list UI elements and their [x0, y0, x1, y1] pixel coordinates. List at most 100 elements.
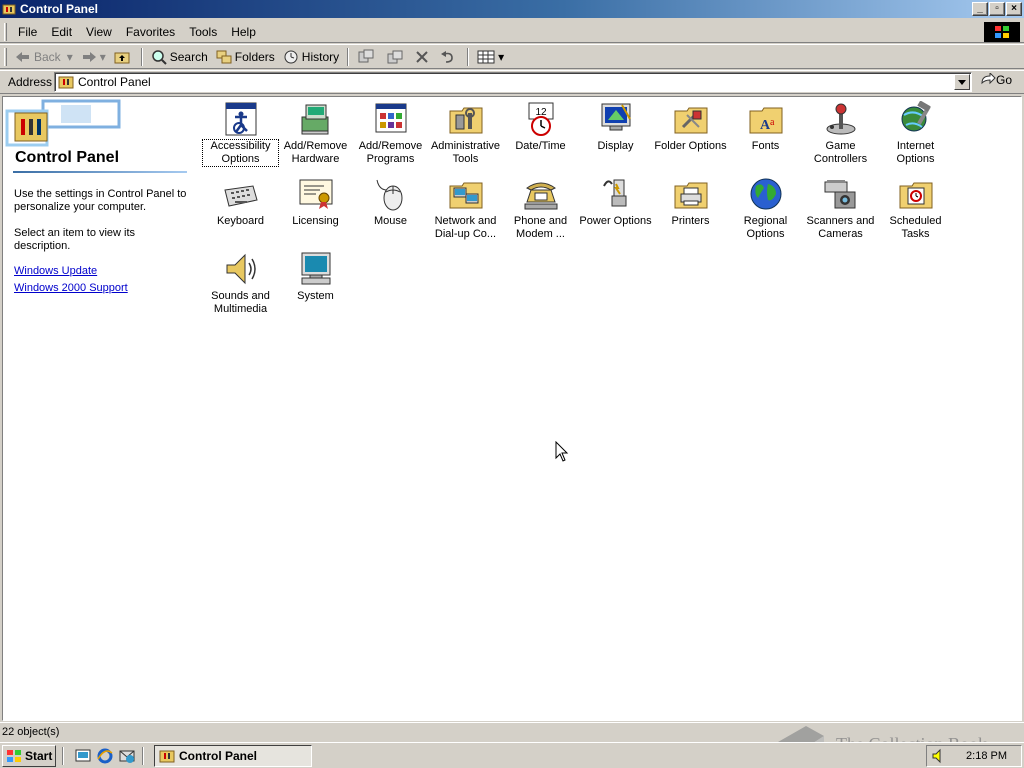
go-arrow-icon: [981, 73, 996, 85]
windows-update-link[interactable]: Windows Update: [14, 265, 97, 277]
show-desktop-icon[interactable]: [74, 747, 92, 765]
item-label: Internet Options: [896, 140, 935, 165]
delete-icon: [416, 50, 428, 63]
control-panel-item[interactable]: Phone and Modem ...: [503, 176, 578, 241]
control-panel-icon: [2, 4, 16, 15]
menu-edit[interactable]: Edit: [44, 23, 79, 41]
item-label: Add/Remove Hardware: [283, 140, 348, 165]
minimize-button[interactable]: _: [972, 2, 988, 16]
control-panel-item[interactable]: Mouse: [353, 176, 428, 228]
search-button[interactable]: Search: [147, 46, 212, 68]
control-panel-item[interactable]: Keyboard: [203, 176, 278, 228]
control-panel-item[interactable]: Power Options: [578, 176, 653, 228]
control-panel-item[interactable]: Sounds and Multimedia: [203, 251, 278, 316]
address-bar: Address Control Panel Go: [0, 70, 1024, 94]
back-arrow-icon: [16, 51, 29, 62]
menu-view[interactable]: View: [79, 23, 119, 41]
item-label: System: [297, 290, 334, 302]
web-view-pane: Control Panel Use the settings in Contro…: [3, 97, 193, 720]
undo-button[interactable]: [436, 46, 463, 68]
clock[interactable]: 2:18 PM: [966, 750, 1007, 762]
windows-logo-icon: [7, 749, 21, 762]
control-panel-item[interactable]: Game Controllers: [803, 101, 878, 166]
joystick-icon: [826, 103, 855, 135]
item-label: Phone and Modem ...: [513, 215, 568, 240]
control-panel-item[interactable]: Scheduled Tasks: [878, 176, 953, 241]
control-panel-item[interactable]: Add/Remove Hardware: [278, 101, 353, 166]
control-panel-item[interactable]: Scanners and Cameras: [803, 176, 878, 241]
address-input[interactable]: Control Panel: [54, 72, 972, 92]
start-button[interactable]: Start: [2, 744, 56, 767]
menu-favorites[interactable]: Favorites: [119, 23, 182, 41]
menu-help[interactable]: Help: [224, 23, 263, 41]
globe-icon: [750, 178, 781, 210]
outlook-express-icon[interactable]: [118, 747, 136, 765]
control-panel-item[interactable]: Regional Options: [728, 176, 803, 241]
svg-text:a: a: [770, 117, 775, 128]
scanner-icon: [824, 180, 855, 209]
certificate-icon: [299, 179, 332, 209]
content-pane: Control Panel Use the settings in Contro…: [2, 96, 1022, 721]
back-button[interactable]: Back ▾: [11, 46, 77, 68]
history-button[interactable]: History: [279, 46, 343, 68]
item-label: Add/Remove Programs: [358, 140, 423, 165]
menu-file[interactable]: File: [11, 23, 44, 41]
up-folder-icon: [114, 52, 130, 63]
item-label: Administrative Tools: [430, 140, 501, 165]
item-label: Mouse: [373, 215, 408, 227]
up-folder-button[interactable]: [110, 46, 137, 68]
delete-button[interactable]: [411, 46, 436, 68]
go-label: Go: [996, 73, 1013, 87]
control-panel-item[interactable]: Display: [578, 101, 653, 153]
menu-tools[interactable]: Tools: [182, 23, 224, 41]
chevron-down-icon[interactable]: ▾: [498, 50, 504, 64]
windows-2000-support-link[interactable]: Windows 2000 Support: [14, 282, 128, 294]
folders-button[interactable]: Folders: [212, 46, 279, 68]
keyboard-icon: [223, 185, 258, 207]
folder-options-icon: [674, 107, 707, 134]
close-button[interactable]: ×: [1006, 2, 1022, 16]
address-label: Address: [8, 75, 53, 89]
control-panel-item[interactable]: Network and Dial-up Co...: [428, 176, 503, 241]
move-to-button[interactable]: [353, 46, 382, 68]
control-panel-item[interactable]: Add/Remove Programs: [353, 101, 428, 166]
item-label: Date/Time: [515, 140, 566, 152]
undo-icon: [441, 50, 453, 63]
volume-icon[interactable]: [931, 748, 947, 764]
control-panel-item[interactable]: Aa Fonts: [728, 101, 803, 153]
chevron-down-icon[interactable]: ▾: [100, 50, 106, 64]
taskbar-button-label: Control Panel: [179, 748, 258, 763]
item-label: Fonts: [751, 140, 780, 152]
title-bar[interactable]: Control Panel _ ▫ ×: [0, 0, 1024, 18]
control-panel-item[interactable]: Folder Options: [653, 101, 728, 153]
move-to-icon: [358, 49, 374, 62]
hardware-icon: [301, 104, 328, 135]
item-label: Keyboard: [216, 215, 265, 227]
views-button[interactable]: ▾: [473, 46, 508, 68]
restore-button[interactable]: ▫: [989, 2, 1005, 16]
windows-logo-icon: [984, 22, 1020, 42]
control-panel-item[interactable]: Accessibility Options: [202, 101, 279, 167]
copy-to-button[interactable]: [382, 46, 411, 68]
control-panel-item[interactable]: Licensing: [278, 176, 353, 228]
toolbar-separator: [140, 47, 143, 66]
go-button[interactable]: Go: [980, 73, 1012, 87]
taskbar-button-control-panel[interactable]: Control Panel: [154, 744, 312, 767]
address-dropdown-button[interactable]: [954, 74, 970, 90]
control-panel-item[interactable]: Internet Options: [878, 101, 953, 166]
chevron-down-icon[interactable]: ▾: [67, 50, 73, 64]
item-label: Power Options: [579, 215, 652, 227]
control-panel-item[interactable]: Administrative Tools: [428, 101, 503, 166]
control-panel-item[interactable]: 12 Date/Time: [503, 101, 578, 153]
forward-button[interactable]: ▾: [77, 46, 110, 68]
programs-icon: [375, 103, 406, 133]
pane-description: Use the settings in Control Panel to per…: [14, 188, 187, 213]
control-panel-item[interactable]: Printers: [653, 176, 728, 228]
taskbar-separator: [142, 746, 144, 765]
forward-arrow-icon: [82, 51, 96, 62]
control-panel-item[interactable]: System: [278, 251, 353, 303]
internet-explorer-icon[interactable]: [96, 747, 114, 765]
taskbar: Start Control Panel 2:18 PM: [0, 742, 1024, 768]
datetime-icon: 12: [528, 102, 553, 136]
status-text: 22 object(s): [2, 725, 60, 738]
